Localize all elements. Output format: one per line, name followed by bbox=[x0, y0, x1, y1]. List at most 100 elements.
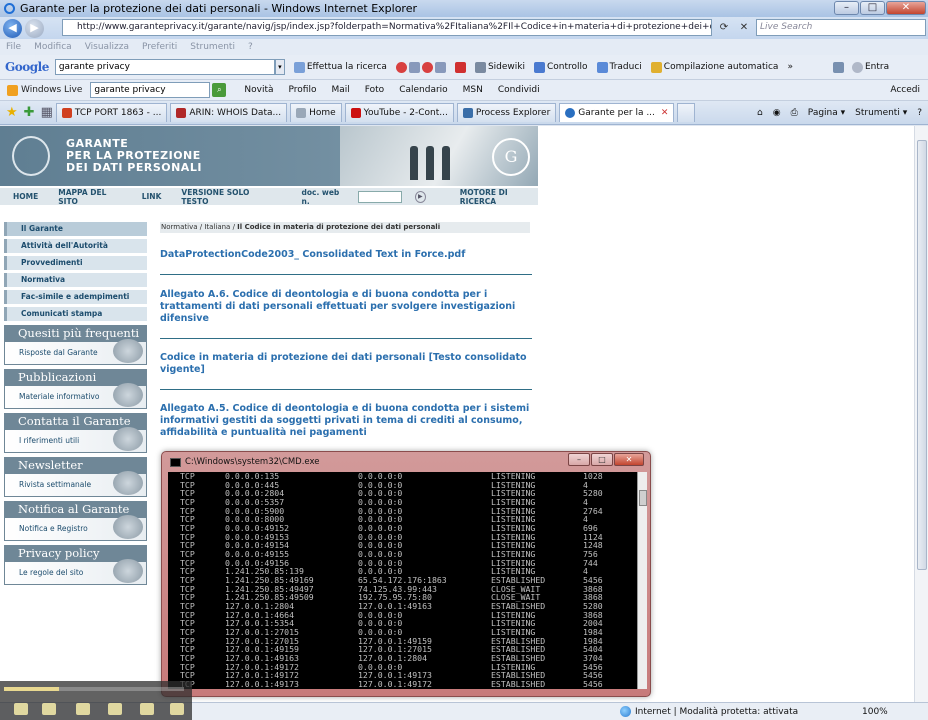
google-search-button[interactable]: Effettua la ricerca bbox=[293, 61, 387, 73]
wl-link-msn[interactable]: MSN bbox=[463, 85, 483, 95]
entra-button[interactable]: Entra bbox=[832, 61, 889, 73]
windows-live-search-button[interactable]: ⌕ bbox=[212, 83, 227, 97]
tools-menu[interactable]: Strumenti ▾ bbox=[855, 108, 907, 118]
help-icon[interactable]: ? bbox=[917, 108, 922, 118]
more-button[interactable]: » bbox=[787, 62, 793, 72]
menu-help[interactable]: ? bbox=[248, 42, 253, 52]
tab-grid-icon[interactable]: ▦ bbox=[41, 105, 53, 120]
maximize-button[interactable]: □ bbox=[860, 1, 885, 15]
sidebar-item-normativa[interactable]: Normativa bbox=[4, 273, 147, 287]
windows-live-search-input[interactable]: garante privacy bbox=[90, 82, 211, 98]
accedi-link[interactable]: Accedi bbox=[890, 85, 920, 95]
google-search-input[interactable]: garante privacy bbox=[54, 59, 275, 75]
traduci-button[interactable]: Traduci bbox=[596, 61, 642, 73]
close-button[interactable]: ✕ bbox=[886, 1, 926, 15]
tab-arin[interactable]: ARIN: WHOIS Data... bbox=[170, 103, 288, 122]
sidewiki-button[interactable]: Sidewiki bbox=[474, 61, 525, 73]
new-tab-button[interactable] bbox=[677, 103, 696, 122]
document-link[interactable]: DataProtectionCode2003_ Consolidated Tex… bbox=[160, 249, 532, 261]
google-tool-icons[interactable] bbox=[395, 61, 446, 73]
sidebar-item-il-garante[interactable]: Il Garante bbox=[4, 222, 147, 236]
sidebar-item-fac-simile[interactable]: Fac-simile e adempimenti bbox=[4, 290, 147, 304]
windows-live-logo[interactable]: Windows Live bbox=[7, 84, 82, 96]
nav-mappa[interactable]: MAPPA DEL SITO bbox=[58, 188, 121, 206]
box-quesiti[interactable]: Quesiti più frequenti Risposte dal Garan… bbox=[4, 325, 147, 365]
cmd-minimize-button[interactable]: – bbox=[568, 453, 590, 466]
wl-link-novita[interactable]: Novità bbox=[244, 85, 273, 95]
page-menu[interactable]: Pagina ▾ bbox=[808, 108, 845, 118]
pause-icon[interactable] bbox=[42, 703, 56, 715]
nav-link[interactable]: LINK bbox=[142, 192, 162, 201]
sidewiki-icon bbox=[474, 61, 486, 73]
tab-process-explorer[interactable]: Process Explorer bbox=[456, 103, 557, 122]
minimize-button[interactable]: – bbox=[834, 1, 859, 15]
page-scrollbar[interactable] bbox=[914, 126, 928, 702]
sidebar-item-comunicati[interactable]: Comunicati stampa bbox=[4, 307, 147, 321]
address-bar[interactable]: http://www.garanteprivacy.it/garante/nav… bbox=[62, 19, 712, 36]
menu-visualizza[interactable]: Visualizza bbox=[85, 42, 129, 52]
stop-icon[interactable]: ✕ bbox=[740, 22, 748, 33]
add-favorites-icon[interactable]: ✚ bbox=[24, 105, 35, 120]
mic-icon[interactable] bbox=[76, 703, 90, 715]
security-zone[interactable]: Internet | Modalità protetta: attivata bbox=[620, 706, 798, 717]
menu-file[interactable]: File bbox=[6, 42, 21, 52]
cmd-window[interactable]: C:\Windows\system32\CMD.exe – □ ✕ TCP 0.0… bbox=[161, 451, 651, 697]
sidebar-item-attivita[interactable]: Attività dell'Autorità bbox=[4, 239, 147, 253]
google-search-dropdown[interactable]: ▾ bbox=[274, 59, 285, 75]
block-icon-button[interactable] bbox=[454, 61, 466, 73]
print-icon[interactable]: ⎙ bbox=[791, 108, 798, 118]
wl-link-mail[interactable]: Mail bbox=[332, 85, 350, 95]
back-button[interactable]: ◀ bbox=[3, 18, 22, 38]
box-notifica[interactable]: Notifica al Garante Notifica e Registro bbox=[4, 501, 147, 541]
box-newsletter[interactable]: Newsletter Rivista settimanale bbox=[4, 457, 147, 497]
live-search-input[interactable]: Live Search bbox=[756, 19, 926, 36]
breadcrumb-italiana[interactable]: Italiana bbox=[204, 223, 230, 231]
cmd-scrollbar[interactable] bbox=[637, 472, 647, 689]
controllo-button[interactable]: Controllo bbox=[533, 61, 588, 73]
rewind-icon[interactable] bbox=[14, 703, 28, 715]
cmd-close-button[interactable]: ✕ bbox=[614, 453, 644, 466]
nav-solo-testo[interactable]: VERSIONE SOLO TESTO bbox=[181, 188, 269, 206]
refresh-icon[interactable]: ⟳ bbox=[720, 22, 728, 33]
camera-icon[interactable] bbox=[108, 703, 122, 715]
document-link[interactable]: Allegato A.5. Codice di deontologia e di… bbox=[160, 403, 532, 439]
menu-strumenti[interactable]: Strumenti bbox=[190, 42, 235, 52]
menu-preferiti[interactable]: Preferiti bbox=[142, 42, 177, 52]
video-progress-bar[interactable] bbox=[4, 687, 184, 691]
box-contatta[interactable]: Contatta il Garante I riferimenti utili bbox=[4, 413, 147, 453]
tab-youtube[interactable]: YouTube - 2-Cont... bbox=[344, 103, 454, 122]
site-title[interactable]: GARANTE PER LA PROTEZIONE DEI DATI PERSO… bbox=[66, 138, 202, 174]
forward-button[interactable]: ▶ bbox=[25, 18, 44, 38]
tab-home[interactable]: Home bbox=[290, 103, 342, 122]
document-link[interactable]: Codice in materia di protezione dei dati… bbox=[160, 352, 532, 376]
docweb-go-button[interactable]: ▶ bbox=[414, 190, 426, 203]
wl-link-calendario[interactable]: Calendario bbox=[399, 85, 447, 95]
cmd-console[interactable]: TCP 0.0.0.0:135 0.0.0.0:0 LISTENING 1028 TCP 0… bbox=[168, 472, 637, 689]
wl-link-profilo[interactable]: Profilo bbox=[289, 85, 317, 95]
box-privacy[interactable]: Privacy policy Le regole del sito bbox=[4, 545, 147, 585]
document-separator bbox=[160, 338, 532, 339]
cmd-maximize-button[interactable]: □ bbox=[591, 453, 613, 466]
zoom-level[interactable]: 100% bbox=[862, 707, 888, 717]
document-link[interactable]: Allegato A.6. Codice di deontologia e di… bbox=[160, 289, 532, 325]
box-pubblicazioni[interactable]: Pubblicazioni Materiale informativo bbox=[4, 369, 147, 409]
fullscreen-icon[interactable] bbox=[170, 703, 184, 715]
tab-tcp-port[interactable]: TCP PORT 1863 - ... bbox=[55, 103, 168, 122]
favorites-star-icon[interactable]: ★ bbox=[6, 105, 18, 120]
docweb-input[interactable] bbox=[358, 190, 402, 203]
home-icon[interactable]: ⌂ bbox=[757, 108, 763, 118]
undo-icon[interactable] bbox=[140, 703, 154, 715]
compilazione-button[interactable]: Compilazione automatica bbox=[650, 61, 778, 73]
sidebar-item-provvedimenti[interactable]: Provvedimenti bbox=[4, 256, 147, 270]
feeds-icon[interactable]: ◉ bbox=[773, 108, 781, 118]
page-scrollbar-thumb[interactable] bbox=[917, 140, 927, 570]
nav-motore[interactable]: MOTORE DI RICERCA bbox=[460, 188, 538, 206]
menu-modifica[interactable]: Modifica bbox=[34, 42, 72, 52]
tab-close-icon[interactable]: ✕ bbox=[661, 108, 669, 118]
breadcrumb-normativa[interactable]: Normativa bbox=[161, 223, 198, 231]
wl-link-condividi[interactable]: Condividi bbox=[498, 85, 540, 95]
wl-link-foto[interactable]: Foto bbox=[365, 85, 384, 95]
cmd-scrollbar-thumb[interactable] bbox=[639, 490, 647, 506]
nav-home[interactable]: HOME bbox=[13, 192, 38, 201]
tab-garante[interactable]: Garante per la ... ✕ bbox=[559, 103, 675, 122]
